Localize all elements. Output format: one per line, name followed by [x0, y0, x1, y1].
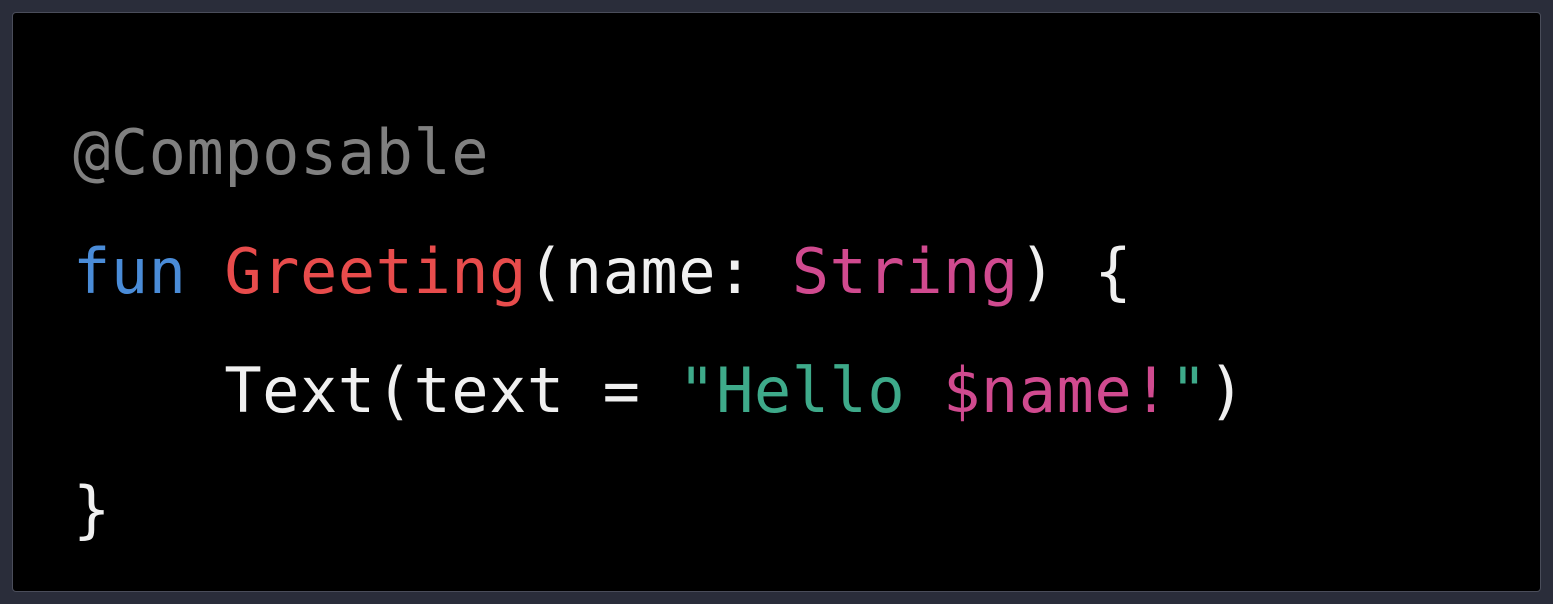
param-name-token: name — [565, 235, 716, 308]
call-token: Text(text = — [224, 354, 678, 427]
string-close-token: " — [1170, 354, 1208, 427]
code-line-3: Text(text = "Hello $name!") — [73, 331, 1480, 450]
code-line-2: fun Greeting(name: String) { — [73, 212, 1480, 331]
string-text-token: Hello — [716, 354, 943, 427]
brace-open-token: { — [1057, 235, 1133, 308]
code-line-4: } — [73, 450, 1480, 569]
annotation-token: @Composable — [73, 116, 489, 189]
function-name-token: Greeting — [224, 235, 527, 308]
string-open-token: " — [678, 354, 716, 427]
template-var-token: $name — [943, 354, 1132, 427]
type-token: String — [792, 235, 1019, 308]
code-line-1: @Composable — [73, 93, 1480, 212]
paren-close-token: ) — [1208, 354, 1246, 427]
colon-token: : — [716, 235, 792, 308]
paren-open-token: ( — [527, 235, 565, 308]
whitespace-token — [186, 235, 224, 308]
keyword-token: fun — [73, 235, 186, 308]
brace-close-token: } — [73, 473, 111, 546]
indent-token — [73, 354, 224, 427]
paren-close-token: ) — [1019, 235, 1057, 308]
code-block: @Composable fun Greeting(name: String) {… — [12, 12, 1541, 592]
string-excl-token: ! — [1132, 354, 1170, 427]
